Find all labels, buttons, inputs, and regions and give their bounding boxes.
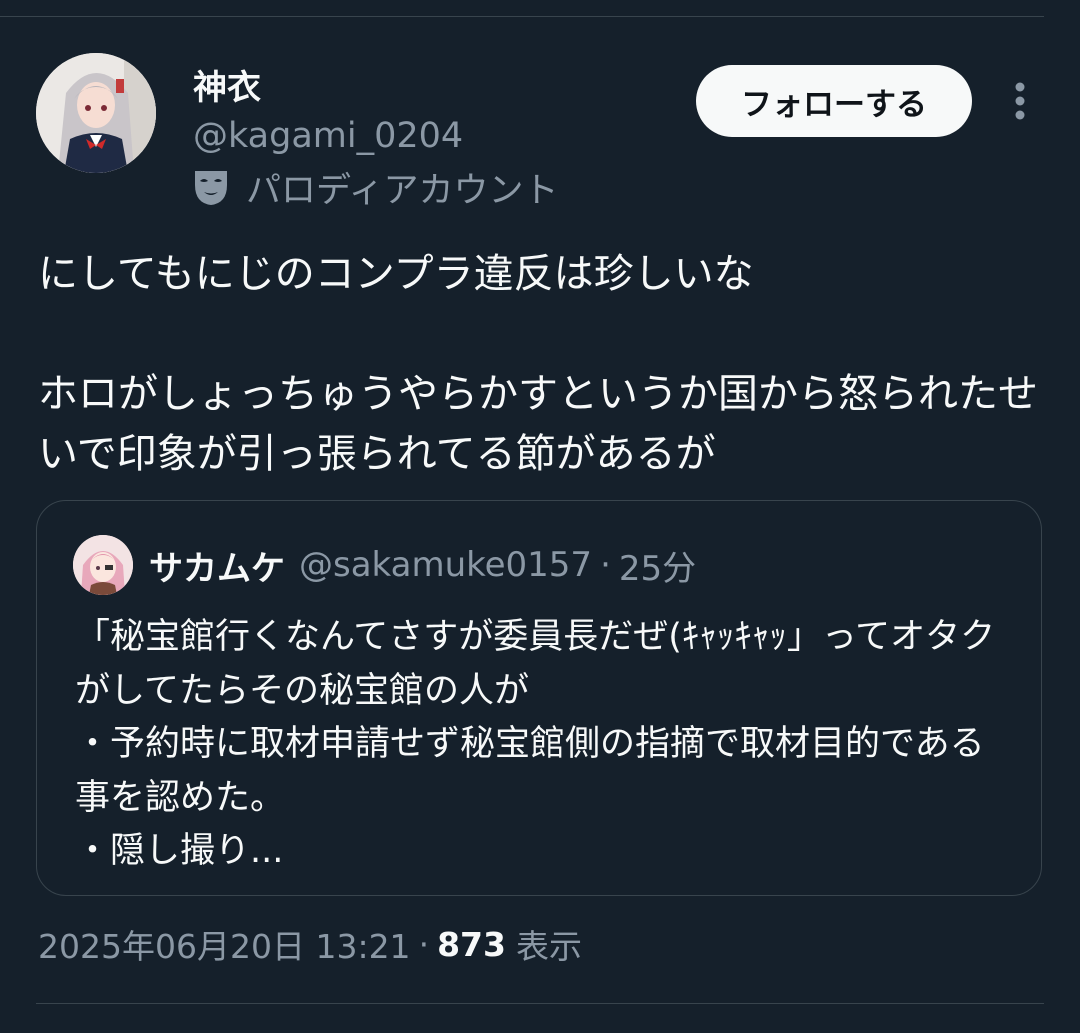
post-text: にしてもにじのコンプラ違反は珍しいな ホロがしょっちゅうやらかすというか国から怒… — [38, 251, 1038, 477]
quoted-author-name[interactable]: サカムケ — [149, 541, 285, 590]
follow-button[interactable]: フォローする — [696, 65, 972, 137]
post-timestamp[interactable]: 2025年06月20日 13:21 — [38, 920, 411, 968]
parody-account-label: パロディアカウント — [193, 164, 559, 211]
author-avatar[interactable] — [36, 53, 156, 173]
top-divider — [0, 16, 1044, 17]
meta-separator: · — [418, 924, 430, 964]
parody-mask-icon — [195, 171, 227, 205]
quoted-author-handle[interactable]: @sakamuke0157 — [299, 545, 592, 585]
quoted-post-time[interactable]: 25分 — [619, 541, 696, 590]
author-display-name[interactable]: 神衣 — [193, 66, 261, 110]
author-handle[interactable]: @kagami_0204 — [193, 114, 463, 158]
views-label: 表示 — [515, 927, 582, 966]
bottom-divider — [36, 1003, 1044, 1004]
quoted-post-card[interactable]: サカムケ @sakamuke0157 · 25分 「秘宝館行くなんてさすが委員長… — [36, 500, 1042, 896]
quoted-author-avatar[interactable] — [73, 535, 133, 595]
parody-label-text: パロディアカウント — [246, 170, 559, 211]
quoted-post-text: 「秘宝館行くなんてさすが委員長だぜ(ｷｬｯｷｬｯ」ってオタクがしてたらその秘宝館… — [75, 617, 996, 871]
quoted-separator: · — [600, 545, 611, 585]
post-metadata: 2025年06月20日 13:21 · 873 表示 — [38, 918, 582, 970]
quoted-post-header: サカムケ @sakamuke0157 · 25分 — [149, 539, 696, 591]
more-vertical-icon[interactable] — [1004, 80, 1036, 124]
views-count: 873 — [437, 924, 506, 964]
